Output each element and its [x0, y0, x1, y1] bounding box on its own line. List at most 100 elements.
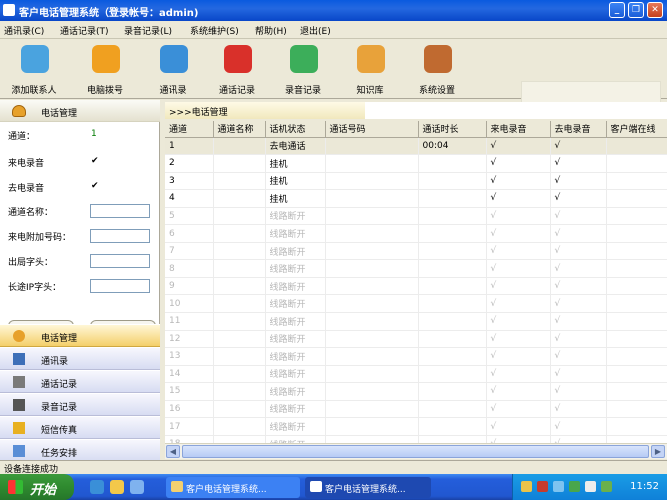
channel-label: 通道： [8, 132, 36, 142]
security-icon[interactable] [537, 481, 548, 492]
table-row[interactable]: 15 线路断开 √ √ [165, 382, 667, 401]
incoming-record-checkbox[interactable]: ✔ [91, 157, 100, 166]
taskbar-window-2[interactable]: 客户电话管理系统... [305, 477, 431, 498]
table-cell: 13 [165, 347, 214, 366]
call-log-label: 通话记录 [218, 86, 255, 96]
table-row[interactable]: 1 去电通话 00:04 √ √ [165, 137, 667, 156]
table-row[interactable]: 12 线路断开 √ √ [165, 330, 667, 349]
table-row[interactable]: 5 线路断开 √ √ [165, 207, 667, 226]
scroll-left-arrow[interactable]: ◀ [166, 445, 180, 458]
outside-prefix-input[interactable] [90, 254, 150, 268]
volume-icon[interactable] [553, 481, 564, 492]
menu-contacts[interactable]: 通讯录(C) [4, 24, 44, 37]
table-row[interactable]: 13 线路断开 √ √ [165, 347, 667, 366]
incoming-extra-input[interactable] [90, 229, 150, 243]
media-icon[interactable] [110, 480, 124, 494]
ip-prefix-input[interactable] [90, 279, 150, 293]
add-contact-icon [21, 45, 49, 73]
call-log-button[interactable]: 通话记录 [207, 41, 267, 97]
knowledge-base-button[interactable]: 知识库 [340, 41, 400, 97]
col-client-online[interactable]: 客户端在线 [606, 121, 667, 138]
close-button[interactable]: ✕ [647, 2, 663, 18]
breadcrumb: >>>电话管理 [165, 102, 365, 119]
table-cell: √ [486, 435, 551, 443]
address-book-icon [160, 45, 188, 73]
minimize-button[interactable]: _ [609, 2, 625, 18]
scroll-right-arrow[interactable]: ▶ [651, 445, 665, 458]
add-contact-button[interactable]: 添加联系人 [4, 41, 64, 97]
menu-recordings[interactable]: 录音记录(L) [124, 24, 172, 37]
table-cell [325, 330, 419, 349]
add-contact-label: 添加联系人 [11, 86, 57, 96]
table-cell: 14 [165, 365, 214, 384]
table-row[interactable]: 11 线路断开 √ √ [165, 312, 667, 331]
table-row[interactable]: 3 挂机 √ √ [165, 172, 667, 191]
task-label: 客户电话管理系统... [325, 485, 406, 495]
tray-app-icon[interactable] [601, 481, 612, 492]
menu-system[interactable]: 系统维护(S) [190, 24, 239, 37]
windows-logo-icon [8, 480, 23, 494]
col-duration[interactable]: 通话时长 [418, 121, 487, 138]
table-cell [418, 154, 487, 173]
taskbar-window-1[interactable]: 客户电话管理系统... [166, 477, 300, 498]
address-book-button[interactable]: 通讯录 [143, 41, 203, 97]
table-row[interactable]: 18 线路断开 √√ [165, 435, 667, 443]
col-channel-name[interactable]: 通道名称 [213, 121, 266, 138]
ie-icon[interactable] [90, 480, 104, 494]
table-cell: 6 [165, 224, 214, 243]
monitor-icon[interactable] [585, 481, 596, 492]
channel-value: 1 [91, 129, 97, 139]
table-row[interactable]: 17 线路断开 √ √ [165, 417, 667, 436]
settings-button[interactable]: 系统设置 [407, 41, 467, 97]
menu-help[interactable]: 帮助(H) [255, 24, 287, 37]
table-cell: √ [486, 189, 551, 208]
nav-contacts[interactable]: 通讯录 [0, 347, 160, 370]
phone-dial-label: 电脑拨号 [86, 86, 123, 96]
horizontal-scrollbar[interactable]: ◀ ▶ [165, 443, 667, 459]
desktop-icon[interactable] [130, 480, 144, 494]
nav-tasks[interactable]: 任务安排 [0, 439, 160, 462]
col-phone-status[interactable]: 话机状态 [265, 121, 326, 138]
scroll-thumb[interactable] [182, 445, 649, 458]
table-row[interactable]: 8 线路断开 √ √ [165, 259, 667, 278]
table-cell: 线路断开 [265, 259, 326, 278]
nav-phone-management[interactable]: 电话管理 [0, 324, 160, 347]
network-icon[interactable] [521, 481, 532, 492]
col-call-number[interactable]: 通话号码 [325, 121, 419, 138]
table-cell: √ [486, 312, 551, 331]
outgoing-record-checkbox[interactable]: ✔ [91, 182, 100, 191]
menu-exit[interactable]: 退出(E) [300, 24, 331, 37]
nav-recordings[interactable]: 录音记录 [0, 393, 160, 416]
table-row[interactable]: 7 线路断开 √ √ [165, 242, 667, 261]
table-cell: 线路断开 [265, 224, 326, 243]
table-row[interactable]: 10 线路断开 √ √ [165, 294, 667, 313]
nav-sms-fax[interactable]: 短信传真 [0, 416, 160, 439]
table-row[interactable]: 2 挂机 √ √ [165, 154, 667, 173]
phone-dial-button[interactable]: 电脑拨号 [75, 41, 135, 97]
nav-label: 通话记录 [41, 380, 78, 390]
table-cell: 线路断开 [265, 294, 326, 313]
maximize-button[interactable]: ❐ [628, 2, 644, 18]
table-row[interactable]: 4 挂机 √ √ [165, 189, 667, 208]
col-outgoing-record[interactable]: 去电录音 [550, 121, 607, 138]
shield-icon[interactable] [569, 481, 580, 492]
nav-call-log[interactable]: 通话记录 [0, 370, 160, 393]
table-cell [418, 207, 487, 226]
col-channel[interactable]: 通道 [165, 121, 214, 138]
table-cell: √ [550, 347, 607, 366]
table-row[interactable]: 14 线路断开 √ √ [165, 365, 667, 384]
address-book-label: 通讯录 [159, 86, 187, 96]
table-cell: √ [550, 277, 607, 296]
table-cell: 线路断开 [265, 400, 326, 419]
table-cell [606, 312, 667, 331]
col-incoming-record[interactable]: 来电录音 [486, 121, 551, 138]
menu-call-log[interactable]: 通话记录(T) [60, 24, 109, 37]
channel-name-input[interactable] [90, 204, 150, 218]
start-button[interactable]: 开始 [0, 474, 74, 500]
table-cell [606, 330, 667, 349]
recording-button[interactable]: 录音记录 [273, 41, 333, 97]
table-cell [213, 330, 266, 349]
table-row[interactable]: 16 线路断开 √ √ [165, 400, 667, 419]
table-row[interactable]: 6 线路断开 √ √ [165, 224, 667, 243]
table-row[interactable]: 9 线路断开 √ √ [165, 277, 667, 296]
